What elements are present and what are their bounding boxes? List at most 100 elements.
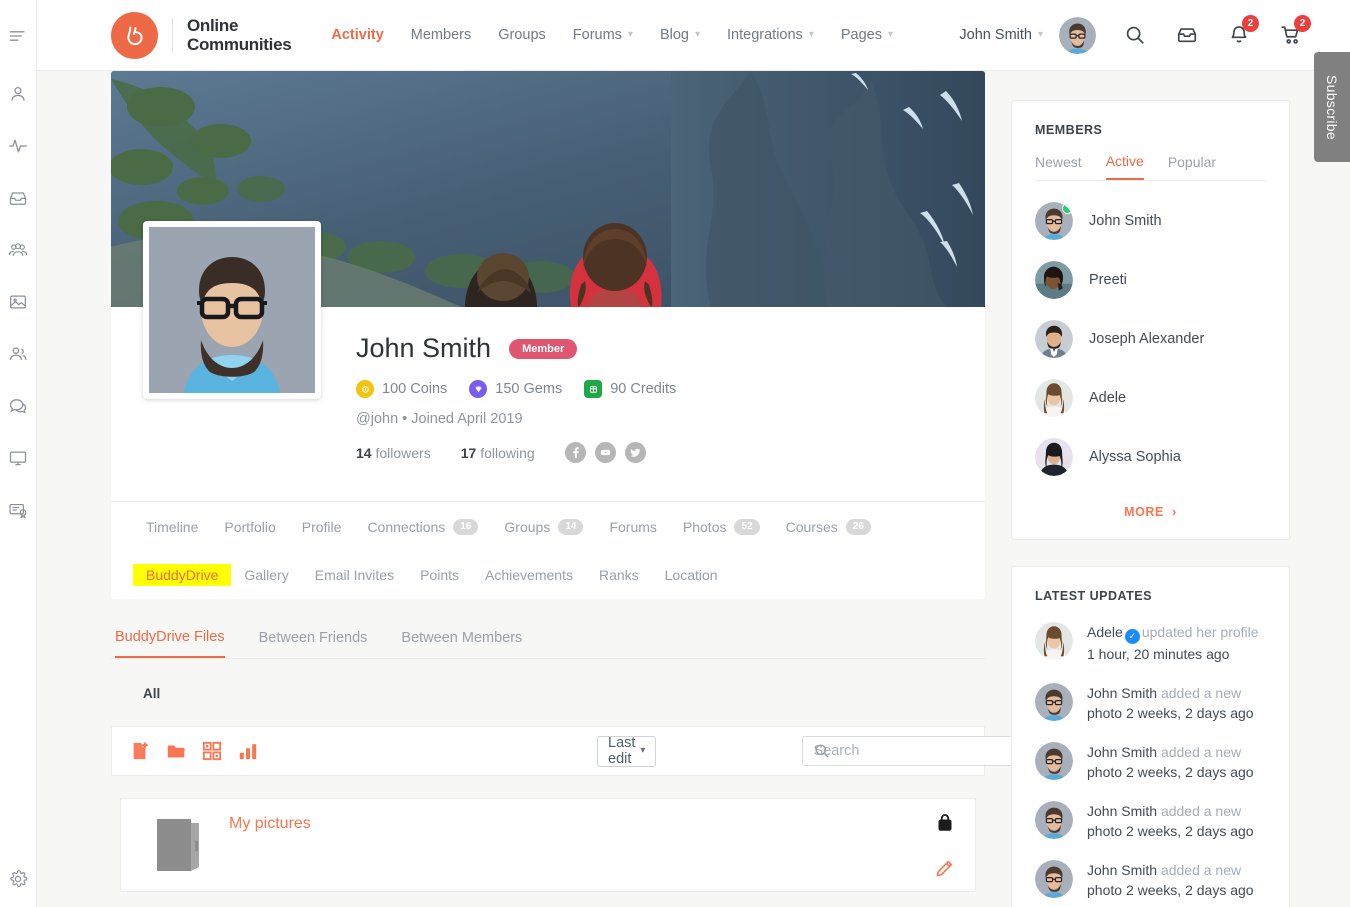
tab-achievements[interactable]: Achievements (472, 564, 586, 586)
new-folder-icon[interactable] (166, 736, 186, 766)
youtube-icon[interactable] (595, 442, 616, 463)
breadcrumb[interactable]: All (111, 686, 985, 701)
update-user[interactable]: John Smith (1087, 744, 1157, 760)
list-item[interactable]: My pictures (120, 798, 976, 892)
edit-pencil-icon[interactable] (936, 860, 953, 877)
members-more-link[interactable]: MORE› (1035, 504, 1266, 519)
chevron-right-icon: › (1172, 504, 1177, 519)
members-widget-tabs: Newest Active Popular (1035, 153, 1266, 181)
tab-courses[interactable]: Courses26 (773, 502, 884, 551)
update-user[interactable]: Adele (1087, 624, 1123, 640)
tab-between-friends[interactable]: Between Friends (259, 630, 384, 657)
update-action: added a new (1161, 685, 1241, 701)
upload-file-icon[interactable] (130, 736, 150, 766)
twitter-icon[interactable] (625, 442, 646, 463)
lock-icon[interactable] (937, 813, 953, 831)
subscribe-tab[interactable]: Subscribe (1314, 52, 1350, 162)
tab-timeline[interactable]: Timeline (133, 502, 211, 551)
grid-view-icon[interactable] (202, 736, 222, 766)
nav-item-groups[interactable]: Groups (488, 21, 556, 49)
list-item[interactable]: Alyssa Sophia (1035, 438, 1266, 476)
update-user[interactable]: John Smith (1087, 803, 1157, 819)
list-item[interactable]: Preeti (1035, 261, 1266, 299)
tab-photos[interactable]: Photos52 (670, 502, 773, 551)
list-item[interactable]: John Smith added a new photo 2 weeks, 2 … (1035, 683, 1266, 723)
tab-points[interactable]: Points (407, 564, 472, 586)
update-user[interactable]: John Smith (1087, 862, 1157, 878)
tab-active[interactable]: Active (1106, 153, 1144, 180)
tab-popular[interactable]: Popular (1168, 154, 1216, 179)
tab-gallery[interactable]: Gallery (231, 564, 301, 586)
messages-icon[interactable] (4, 392, 32, 420)
list-item[interactable]: Joseph Alexander (1035, 320, 1266, 358)
groups-icon[interactable] (4, 236, 32, 264)
tab-profile[interactable]: Profile (289, 502, 355, 551)
avatar (1035, 860, 1073, 898)
list-item[interactable]: John Smith added a new photo 2 weeks, 2 … (1035, 742, 1266, 782)
certificate-icon[interactable] (4, 496, 32, 524)
tab-label: Newest (1035, 154, 1082, 170)
update-text: John Smith added a new photo 2 weeks, 2 … (1087, 742, 1266, 782)
folder-icon (151, 815, 207, 875)
activity-icon[interactable] (4, 132, 32, 160)
settings-icon[interactable] (4, 865, 32, 893)
tab-email-invites[interactable]: Email Invites (302, 564, 407, 586)
tab-ranks[interactable]: Ranks (586, 564, 652, 586)
inbox-icon[interactable] (4, 184, 32, 212)
tab-buddydrive-files[interactable]: BuddyDrive Files (115, 629, 225, 658)
followers-stat[interactable]: 14 followers (356, 445, 431, 461)
user-menu[interactable]: John Smith ▾ (959, 17, 1096, 54)
facebook-icon[interactable] (565, 442, 586, 463)
update-action: added a new (1161, 862, 1241, 878)
header-right: John Smith ▾ 2 2 (959, 17, 1350, 54)
brand-logo[interactable]: Online Communities (111, 12, 291, 59)
nav-item-blog[interactable]: Blog▾ (650, 21, 710, 49)
tab-groups[interactable]: Groups14 (491, 502, 596, 551)
inbox-icon[interactable] (1174, 22, 1200, 48)
online-status-dot (1062, 203, 1073, 214)
search-icon[interactable] (1122, 22, 1148, 48)
cart-icon[interactable]: 2 (1278, 22, 1304, 48)
sort-dropdown[interactable]: Last edit ▾ (597, 736, 656, 767)
profile-icon[interactable] (4, 80, 32, 108)
following-stat[interactable]: 17 following (461, 445, 535, 461)
tab-between-members[interactable]: Between Members (401, 630, 538, 657)
tab-count: 52 (734, 519, 759, 535)
update-user[interactable]: John Smith (1087, 685, 1157, 701)
nav-item-forums[interactable]: Forums▾ (563, 21, 643, 49)
tab-portfolio[interactable]: Portfolio (211, 502, 288, 551)
tab-buddydrive[interactable]: BuddyDrive (133, 564, 231, 586)
nav-label: Pages (841, 27, 882, 43)
tab-location[interactable]: Location (652, 564, 731, 586)
avatar[interactable] (1059, 17, 1096, 54)
left-icon-rail (0, 0, 37, 907)
stats-icon[interactable] (238, 736, 258, 766)
list-item[interactable]: John Smith added a new photo 2 weeks, 2 … (1035, 801, 1266, 841)
update-time: 2 weeks, 2 days ago (1126, 705, 1254, 721)
tab-newest[interactable]: Newest (1035, 154, 1082, 179)
notifications-bell-icon[interactable]: 2 (1226, 22, 1252, 48)
tab-connections[interactable]: Connections16 (354, 502, 491, 551)
nav-item-integrations[interactable]: Integrations▾ (717, 21, 824, 49)
member-name: Alyssa Sophia (1089, 449, 1181, 465)
nav-item-pages[interactable]: Pages▾ (831, 21, 903, 49)
tab-label: Achievements (485, 567, 573, 583)
friends-icon[interactable] (4, 340, 32, 368)
list-item[interactable]: Adele✓updated her profile 1 hour, 20 min… (1035, 622, 1266, 664)
file-name[interactable]: My pictures (229, 815, 311, 833)
nav-label: Activity (331, 27, 383, 43)
list-item[interactable]: Adele (1035, 379, 1266, 417)
menu-icon[interactable] (4, 22, 32, 50)
list-item[interactable]: John Smith added a new photo 2 weeks, 2 … (1035, 860, 1266, 900)
avatar (1035, 742, 1073, 780)
nav-item-activity[interactable]: Activity (321, 21, 393, 49)
widget-title: MEMBERS (1035, 123, 1266, 137)
avatar (1035, 683, 1073, 721)
profile-avatar[interactable] (143, 221, 321, 399)
screen-icon[interactable] (4, 444, 32, 472)
list-item[interactable]: John Smith (1035, 202, 1266, 240)
credits-icon (584, 380, 602, 398)
nav-item-members[interactable]: Members (401, 21, 481, 49)
tab-forums[interactable]: Forums (596, 502, 669, 551)
photos-icon[interactable] (4, 288, 32, 316)
